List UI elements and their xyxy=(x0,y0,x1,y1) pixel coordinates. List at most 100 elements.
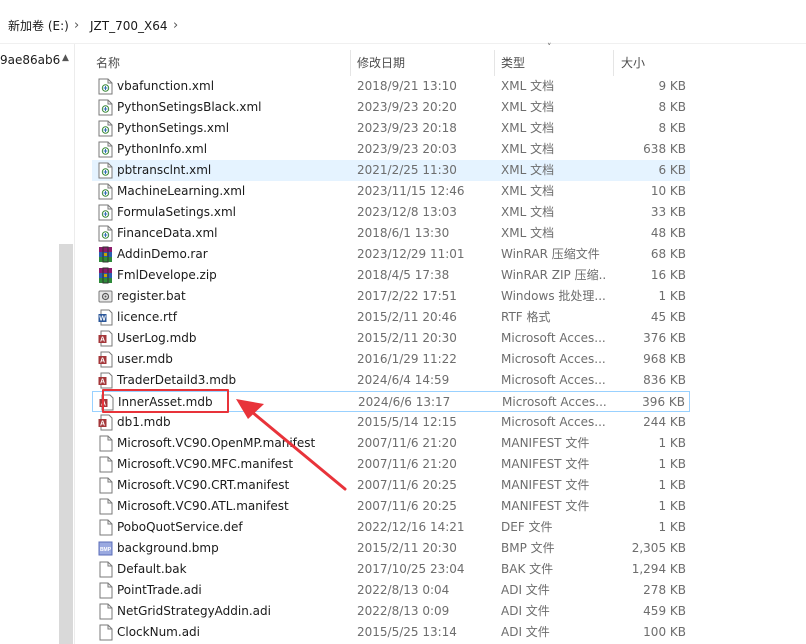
file-name: Microsoft.VC90.ATL.manifest xyxy=(117,499,289,513)
file-name: vbafunction.xml xyxy=(117,79,215,93)
file-name: PointTrade.adi xyxy=(117,583,202,597)
file-row[interactable]: MachineLearning.xml 2023/11/15 12:46 XML 文… xyxy=(92,181,690,202)
file-row[interactable]: FinanceData.xml 2018/6/1 13:30 XML 文档 48 KB xyxy=(92,223,690,244)
blank-file-icon xyxy=(98,498,113,515)
breadcrumb-folder[interactable]: JZT_700_X64 xyxy=(90,17,167,35)
file-date: 2023/9/23 20:18 xyxy=(357,121,457,135)
file-size: 2,305 KB xyxy=(631,541,686,555)
file-row[interactable]: register.bat 2017/2/22 17:51 Windows 批处理..… xyxy=(92,286,690,307)
file-type: WinRAR ZIP 压缩... xyxy=(501,268,606,282)
file-row[interactable]: PythonSetings.xml 2023/9/23 20:18 XML 文档 8 … xyxy=(92,118,690,139)
file-date: 2021/2/25 11:30 xyxy=(357,163,457,177)
file-type: Windows 批处理... xyxy=(501,289,606,303)
file-row[interactable]: Microsoft.VC90.ATL.manifest 2007/11/6 20:… xyxy=(92,496,690,517)
file-type: Microsoft Acces... xyxy=(501,352,606,366)
file-name: FormulaSetings.xml xyxy=(117,205,236,219)
file-size: 8 KB xyxy=(658,100,686,114)
xml-file-icon xyxy=(98,78,113,95)
column-header-size[interactable]: 大小 xyxy=(621,55,645,71)
file-row[interactable]: PointTrade.adi 2022/8/13 0:04 ADI 文件 278 KB xyxy=(92,580,690,601)
file-type: DEF 文件 xyxy=(501,520,553,534)
file-type: XML 文档 xyxy=(501,100,555,114)
file-size: 459 KB xyxy=(643,604,686,618)
file-row[interactable]: AddinDemo.rar 2023/12/29 11:01 WinRAR 压缩文件… xyxy=(92,244,690,265)
file-row[interactable]: vbafunction.xml 2018/9/21 13:10 XML 文档 9 KB xyxy=(92,76,690,97)
column-header-type[interactable]: 类型 xyxy=(501,55,525,71)
access-database-icon: A xyxy=(98,414,113,431)
chevron-right-icon[interactable]: › xyxy=(173,17,178,35)
file-name: PythonSetingsBlack.xml xyxy=(117,100,262,114)
file-row[interactable]: FmlDevelope.zip 2018/4/5 17:38 WinRAR ZIP … xyxy=(92,265,690,286)
nav-item[interactable]: 9ae86ab65 xyxy=(0,53,60,67)
file-date: 2018/6/1 13:30 xyxy=(357,226,450,240)
file-size: 1,294 KB xyxy=(631,562,686,576)
column-header-name[interactable]: 名称 xyxy=(96,55,120,71)
file-row[interactable]: FormulaSetings.xml 2023/12/8 13:03 XML 文档 3… xyxy=(92,202,690,223)
column-header-date[interactable]: 修改日期 xyxy=(357,55,405,71)
file-type: XML 文档 xyxy=(501,142,555,156)
file-name: Default.bak xyxy=(117,562,187,576)
file-date: 2023/9/23 20:03 xyxy=(357,142,457,156)
file-type: ADI 文件 xyxy=(501,625,550,639)
svg-text:A: A xyxy=(100,337,105,344)
nav-scrollbar-thumb[interactable] xyxy=(59,244,73,644)
breadcrumb-drive[interactable]: 新加卷 (E:) xyxy=(8,17,69,35)
xml-file-icon xyxy=(98,99,113,116)
annotation-highlight-box xyxy=(102,389,229,413)
file-size: 8 KB xyxy=(658,121,686,135)
svg-text:A: A xyxy=(100,379,105,386)
rar-archive-icon xyxy=(98,246,113,263)
file-name: TraderDetaild3.mdb xyxy=(117,373,237,387)
file-date: 2007/11/6 20:25 xyxy=(357,478,457,492)
file-row[interactable]: Auser.mdb 2016/1/29 11:22 Microsoft Acces.… xyxy=(92,349,690,370)
file-size: 638 KB xyxy=(643,142,686,156)
file-row[interactable]: Wlicence.rtf 2015/2/11 20:46 RTF 格式 45 KB xyxy=(92,307,690,328)
file-size: 33 KB xyxy=(650,205,686,219)
file-row[interactable]: Default.bak 2017/10/25 23:04 BAK 文件 1,294 K… xyxy=(92,559,690,580)
file-date: 2017/10/25 23:04 xyxy=(357,562,465,576)
scroll-up-icon[interactable]: ▲ xyxy=(62,53,69,63)
file-date: 2015/5/14 12:15 xyxy=(357,415,457,429)
file-size: 1 KB xyxy=(658,478,686,492)
file-row[interactable]: Adb1.mdb 2015/5/14 12:15 Microsoft Acces..… xyxy=(92,412,690,433)
file-type: Microsoft Acces... xyxy=(501,331,606,345)
xml-file-icon xyxy=(98,120,113,137)
file-date: 2015/5/25 13:14 xyxy=(357,625,457,639)
file-size: 100 KB xyxy=(643,625,686,639)
file-type: RTF 格式 xyxy=(501,310,551,324)
file-size: 968 KB xyxy=(643,352,686,366)
file-row[interactable]: Microsoft.VC90.MFC.manifest 2007/11/6 21:… xyxy=(92,454,690,475)
file-type: XML 文档 xyxy=(501,205,555,219)
xml-file-icon xyxy=(98,183,113,200)
file-date: 2007/11/6 20:25 xyxy=(357,499,457,513)
file-date: 2022/12/16 14:21 xyxy=(357,520,465,534)
file-row[interactable]: PoboQuotService.def 2022/12/16 14:21 DEF 文… xyxy=(92,517,690,538)
svg-text:W: W xyxy=(99,316,106,323)
file-type: XML 文档 xyxy=(501,121,555,135)
file-date: 2015/2/11 20:46 xyxy=(357,310,457,324)
file-date: 2007/11/6 21:20 xyxy=(357,457,457,471)
file-row[interactable]: PythonSetingsBlack.xml 2023/9/23 20:20 XML… xyxy=(92,97,690,118)
file-row[interactable]: Microsoft.VC90.OpenMP.manifest 2007/11/6 … xyxy=(92,433,690,454)
file-row[interactable]: BMP background.bmp 2015/2/11 20:30 BMP 文件 2,… xyxy=(92,538,690,559)
file-row[interactable]: A TraderDetaild3.mdb 2024/6/4 14:59 Microso… xyxy=(92,370,690,391)
chevron-right-icon[interactable]: › xyxy=(74,17,79,35)
file-row[interactable]: ClockNum.adi 2015/5/25 13:14 ADI 文件 100 KB xyxy=(92,622,690,643)
column-divider[interactable] xyxy=(613,50,614,76)
file-row[interactable]: PythonInfo.xml 2023/9/23 20:03 XML 文档 638 K… xyxy=(92,139,690,160)
blank-file-icon xyxy=(98,582,113,599)
blank-file-icon xyxy=(98,624,113,641)
column-divider[interactable] xyxy=(494,50,495,76)
xml-file-icon xyxy=(98,141,113,158)
file-row[interactable]: Microsoft.VC90.CRT.manifest 2007/11/6 20:… xyxy=(92,475,690,496)
file-name: ClockNum.adi xyxy=(117,625,200,639)
file-date: 2017/2/22 17:51 xyxy=(357,289,457,303)
file-date: 2024/6/4 14:59 xyxy=(357,373,450,387)
file-name: PoboQuotService.def xyxy=(117,520,243,534)
file-row[interactable]: NetGridStrategyAddin.adi 2022/8/13 0:09 AD… xyxy=(92,601,690,622)
address-bar[interactable]: 新加卷 (E:) › JZT_700_X64 › xyxy=(0,0,806,44)
file-row[interactable]: A UserLog.mdb 2015/2/11 20:30 Microsoft Acc… xyxy=(92,328,690,349)
access-database-icon: A xyxy=(98,372,113,389)
file-row[interactable]: pbtransclnt.xml 2021/2/25 11:30 XML 文档 6 KB xyxy=(92,160,690,181)
column-divider[interactable] xyxy=(350,50,351,76)
